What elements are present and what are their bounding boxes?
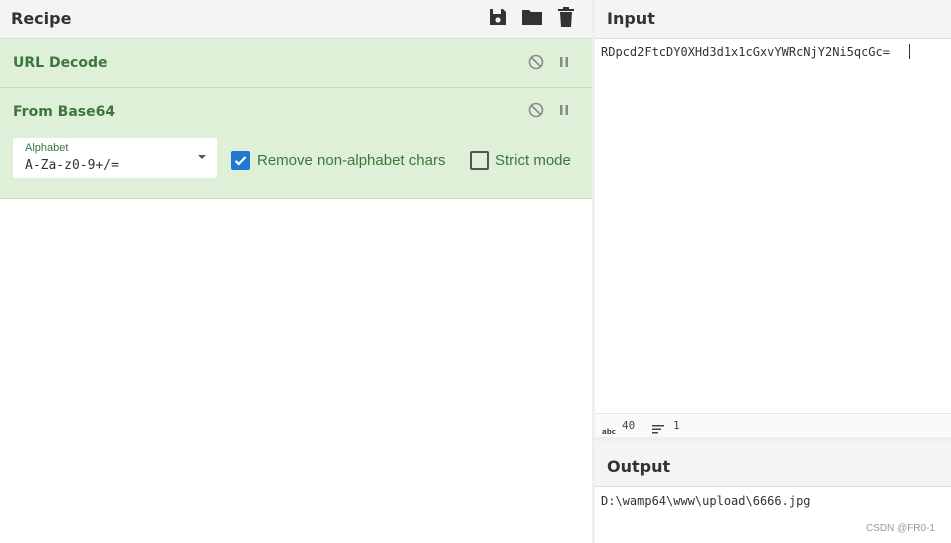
operation-url-decode[interactable]: URL Decode — [0, 39, 592, 88]
alphabet-label: Alphabet — [25, 142, 69, 154]
text-cursor — [909, 44, 910, 59]
alphabet-select[interactable]: Alphabet A-Za-z0-9+/= — [13, 138, 217, 178]
input-header: Input — [595, 0, 951, 39]
trash-icon[interactable] — [554, 5, 578, 29]
save-icon[interactable] — [486, 5, 510, 29]
remove-non-alphabet-label[interactable]: Remove non-alphabet chars — [257, 152, 445, 169]
output-textarea[interactable]: D:\wamp64\www\upload\6666.jpg — [595, 487, 951, 543]
recipe-header: Recipe — [0, 0, 592, 39]
disable-icon[interactable] — [528, 54, 544, 70]
output-text: D:\wamp64\www\upload\6666.jpg — [601, 494, 811, 508]
input-status-bar: abc 40 1 — [595, 413, 951, 437]
input-length: 40 — [622, 419, 636, 432]
output-title: Output — [607, 457, 671, 476]
recipe-panel: Recipe URL Decode From Base64 Alphabet A… — [0, 0, 592, 543]
remove-non-alphabet-checkbox[interactable] — [231, 151, 250, 170]
recipe-title: Recipe — [11, 9, 72, 28]
strict-mode-label[interactable]: Strict mode — [495, 152, 571, 169]
input-lines: 1 — [673, 419, 680, 432]
pause-icon[interactable] — [556, 54, 572, 70]
operation-controls — [528, 102, 572, 118]
folder-icon[interactable] — [520, 5, 544, 29]
operation-title: URL Decode — [13, 55, 108, 71]
output-header: Output — [595, 441, 951, 487]
input-title: Input — [607, 9, 655, 28]
chevron-down-icon — [198, 155, 206, 159]
input-text: RDpcd2FtcDY0XHd3d1x1cGxvYWRcNjY2Ni5qcGc= — [601, 45, 890, 59]
input-panel: Input RDpcd2FtcDY0XHd3d1x1cGxvYWRcNjY2Ni… — [595, 0, 951, 413]
input-textarea[interactable]: RDpcd2FtcDY0XHd3d1x1cGxvYWRcNjY2Ni5qcGc= — [595, 39, 951, 413]
alphabet-value: A-Za-z0-9+/= — [25, 158, 119, 173]
recipe-actions — [486, 5, 578, 29]
operation-controls — [528, 54, 572, 70]
watermark: CSDN @FR0-1 — [865, 523, 935, 534]
svg-text:abc: abc — [602, 428, 616, 435]
strict-mode-checkbox[interactable] — [470, 151, 489, 170]
operation-title: From Base64 — [13, 104, 116, 120]
disable-icon[interactable] — [528, 102, 544, 118]
pause-icon[interactable] — [556, 102, 572, 118]
